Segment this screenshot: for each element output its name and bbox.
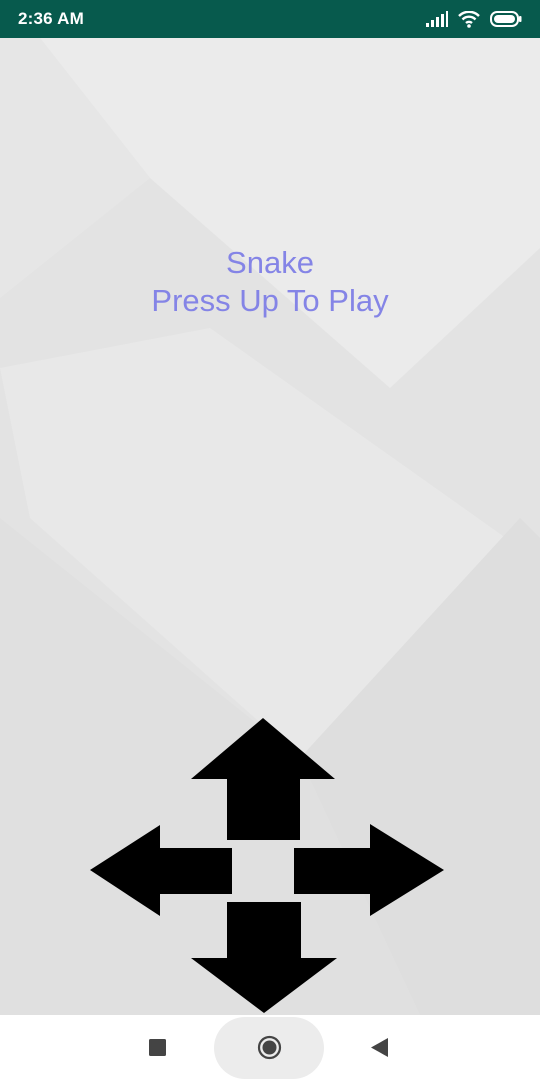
battery-icon bbox=[490, 11, 522, 27]
game-area: Snake Press Up To Play bbox=[0, 38, 540, 1015]
down-arrow-icon[interactable] bbox=[191, 902, 337, 1013]
up-arrow-icon[interactable] bbox=[191, 718, 335, 840]
left-arrow-icon[interactable] bbox=[90, 825, 232, 916]
back-triangle-icon[interactable] bbox=[371, 1038, 389, 1057]
status-time: 2:36 AM bbox=[18, 9, 84, 28]
navigation-bar bbox=[0, 1015, 540, 1080]
status-bar: 2:36 AM bbox=[0, 0, 540, 38]
home-circle-icon[interactable] bbox=[257, 1035, 282, 1060]
wifi-icon bbox=[458, 10, 480, 28]
signal-icon bbox=[426, 11, 448, 27]
right-arrow-icon[interactable] bbox=[294, 824, 444, 916]
dpad-controls bbox=[90, 718, 444, 1013]
status-icons bbox=[426, 8, 522, 30]
game-screen: 2:36 AM Snake Press Up To Play bbox=[0, 0, 540, 1080]
recents-square-icon[interactable] bbox=[149, 1039, 166, 1056]
